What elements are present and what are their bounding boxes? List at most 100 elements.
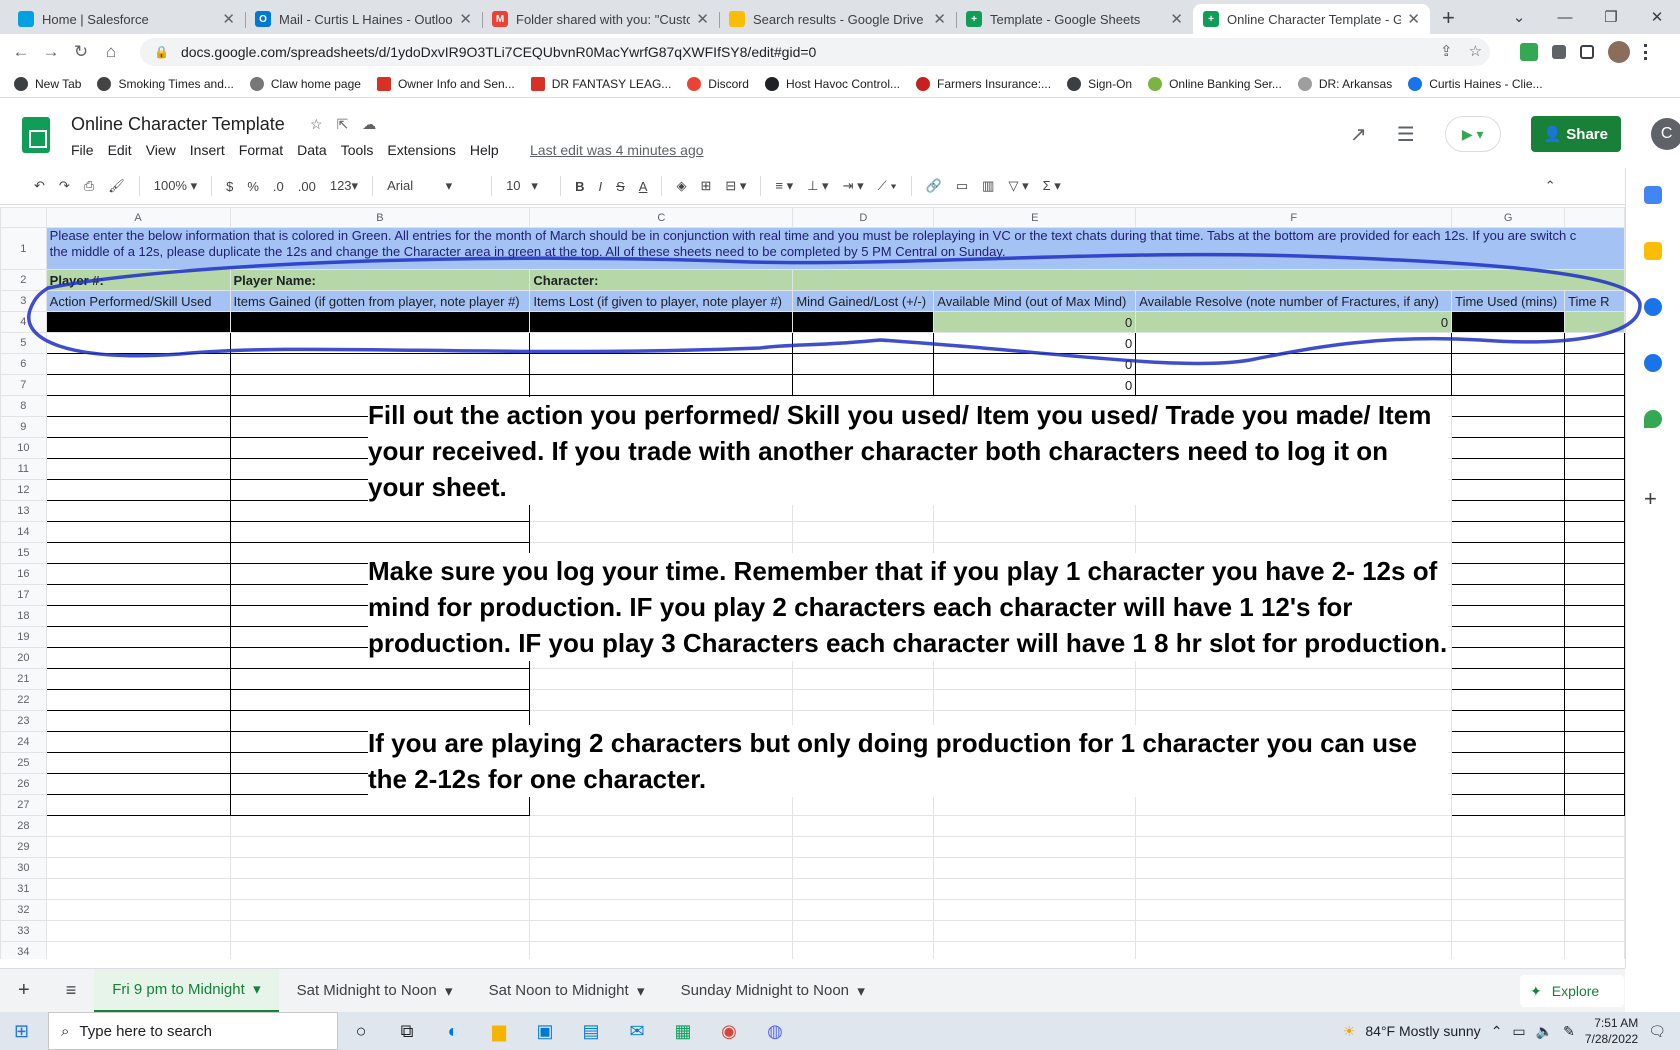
tray-chevron-icon[interactable]: ⌃ [1491,1023,1503,1040]
cell[interactable] [229,878,531,900]
cell[interactable] [1451,668,1566,690]
cell[interactable] [1564,752,1625,774]
row-header[interactable]: 34 [0,941,47,959]
bookmark[interactable]: Curtis Haines - Clie... [1408,76,1543,91]
cell[interactable] [1564,773,1625,795]
cell[interactable] [792,878,935,900]
row-header[interactable]: 26 [0,773,47,795]
cell[interactable] [229,332,531,354]
cell[interactable] [45,542,231,564]
cell[interactable] [1451,626,1566,648]
merge-cells-icon[interactable]: ⊟ ▾ [725,178,746,194]
collapse-toolbar-icon[interactable]: ⌃ [1545,178,1556,194]
cell[interactable] [1451,521,1566,543]
menu-help[interactable]: Help [470,142,499,158]
cell[interactable] [1451,353,1566,375]
cell[interactable] [1564,731,1625,753]
browser-tab[interactable]: M Folder shared with you: "Custom ✕ [482,4,719,34]
text-color-icon[interactable]: A [639,179,648,194]
cell[interactable] [1451,815,1566,837]
edge-icon[interactable]: ◐ [430,1021,476,1042]
cell[interactable] [529,794,794,816]
row-header[interactable]: 13 [0,500,47,522]
menu-data[interactable]: Data [297,142,327,158]
bookmark[interactable]: DR: Arkansas [1297,76,1392,91]
cell[interactable] [1564,458,1625,480]
contacts-icon[interactable] [1644,354,1662,372]
check-extension-icon[interactable] [1520,43,1538,61]
column-header[interactable]: A [45,207,231,228]
column-header[interactable]: F [1135,207,1453,228]
cell[interactable] [229,920,531,942]
cell[interactable] [1564,815,1625,837]
bookmark[interactable]: Owner Info and Sen... [376,76,515,91]
cell[interactable] [1135,899,1453,921]
number-format-select[interactable]: 123▾ [330,178,358,194]
cell[interactable] [792,521,935,543]
cell[interactable] [1451,500,1566,522]
share-page-icon[interactable]: ⇪ [1440,42,1453,60]
row-header[interactable]: 21 [0,668,47,690]
cell[interactable] [1135,668,1453,690]
close-icon[interactable]: ✕ [696,10,709,28]
header-cell[interactable]: Time Used (mins) [1451,290,1566,312]
cell[interactable] [1564,563,1625,585]
row-header[interactable]: 32 [0,899,47,921]
cell[interactable] [45,500,231,522]
cell[interactable] [45,899,231,921]
cell[interactable] [1135,332,1453,354]
cell[interactable] [45,521,231,543]
row-header[interactable]: 16 [0,563,47,585]
cell[interactable] [792,920,935,942]
cell[interactable] [1451,878,1566,900]
pen-icon[interactable]: ✎ [1563,1023,1575,1040]
share-button[interactable]: 👤 Share [1530,116,1621,152]
cell[interactable] [1135,878,1453,900]
store-icon[interactable]: ▣ [522,1021,568,1042]
cell[interactable] [1564,479,1625,501]
explore-button[interactable]: ✦ Explore [1520,975,1624,1007]
cell[interactable] [529,689,794,711]
font-select[interactable]: Arial ▾ [387,178,477,194]
cell[interactable] [229,815,531,837]
cell[interactable] [1564,395,1625,417]
column-header[interactable] [1564,207,1625,228]
menu-tools[interactable]: Tools [341,142,374,158]
cell[interactable] [529,521,794,543]
bookmark[interactable]: Sign-On [1067,76,1132,91]
row-header[interactable]: 20 [0,647,47,669]
cell[interactable] [229,668,531,690]
menu-edit[interactable]: Edit [108,142,132,158]
cell[interactable] [1451,395,1566,417]
row-header[interactable]: 2 [0,269,47,291]
cell[interactable] [529,815,794,837]
cell[interactable] [1564,584,1625,606]
cell[interactable] [1564,878,1625,900]
cell[interactable] [1564,857,1625,879]
row-header[interactable]: 7 [0,374,47,396]
cell[interactable] [45,878,231,900]
cell[interactable] [1135,374,1453,396]
cell[interactable] [229,689,531,711]
cell[interactable] [1135,353,1453,375]
cell[interactable] [933,920,1137,942]
cell[interactable] [45,458,231,480]
cell[interactable] [1564,353,1625,375]
filter-icon[interactable]: ▽ ▾ [1008,178,1028,194]
sheet-tab[interactable]: Sat Noon to Midnight ▾ [471,969,663,1013]
cell[interactable] [529,668,794,690]
cell[interactable] [1564,626,1625,648]
cell[interactable] [1564,899,1625,921]
header-cell[interactable]: Time R [1564,290,1625,312]
last-edit-link[interactable]: Last edit was 4 minutes ago [530,142,704,158]
profile-avatar[interactable] [1608,41,1630,63]
text-wrap-icon[interactable]: ⇥ ▾ [843,178,864,194]
cell[interactable] [45,689,231,711]
cell[interactable] [933,878,1137,900]
browser-tab-active[interactable]: + Online Character Template - Go ✕ [1193,4,1430,34]
cell[interactable] [933,941,1137,959]
insert-link-icon[interactable]: 🔗 [926,178,942,194]
cell[interactable] [1451,647,1566,669]
browser-tab[interactable]: Home | Salesforce ✕ [8,4,245,34]
cell[interactable] [792,668,935,690]
